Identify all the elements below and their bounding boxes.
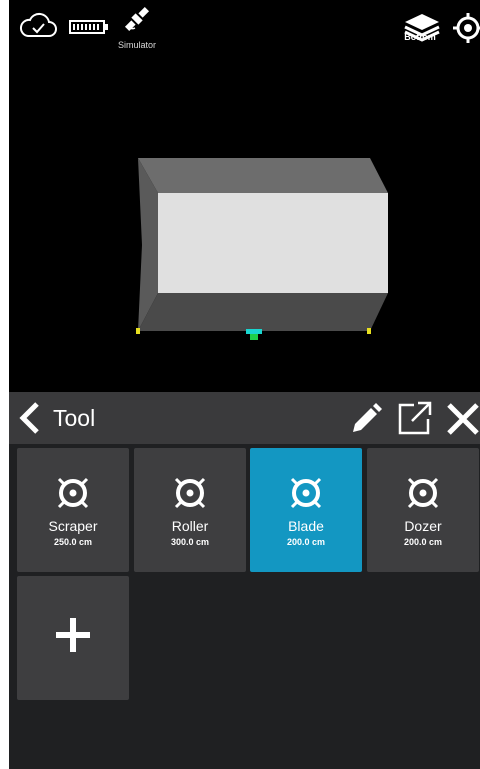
tool-center-marker	[246, 329, 262, 334]
tool-card-dozer[interactable]: Dozer 200.0 cm	[367, 448, 479, 572]
tool-width: 250.0 cm	[53, 537, 93, 547]
tool-card-roller[interactable]: Roller 300.0 cm	[134, 448, 246, 572]
3d-viewport[interactable]	[9, 56, 480, 392]
app-screen: Simulator Bottom Tool Scraper 250.0 cm R…	[9, 0, 480, 769]
blade-top-face	[138, 158, 388, 193]
view-mode-label: Bottom	[404, 32, 436, 42]
battery-icon	[69, 20, 108, 34]
tool-card-scraper[interactable]: Scraper 250.0 cm	[17, 448, 129, 572]
close-icon[interactable]	[446, 402, 480, 436]
tool-center-marker-base	[250, 334, 258, 340]
add-tool-button[interactable]	[17, 576, 129, 700]
blade-tool-icon	[407, 477, 439, 509]
export-icon[interactable]	[396, 401, 434, 437]
edit-icon[interactable]	[349, 402, 383, 436]
blade-edge-marker-right	[367, 328, 371, 334]
tool-panel: Tool Scraper 250.0 cm Roller 300.0 cm Bl…	[9, 392, 480, 769]
tool-width: 300.0 cm	[170, 537, 210, 547]
blade-edge-marker-left	[136, 328, 140, 334]
tool-width: 200.0 cm	[403, 537, 443, 547]
panel-title: Tool	[53, 405, 96, 431]
blade-tool-icon	[290, 477, 322, 509]
tool-name: Roller	[171, 518, 209, 534]
status-bar: Simulator Bottom	[9, 0, 480, 56]
tool-name: Blade	[288, 518, 324, 534]
cloud-check-icon[interactable]	[19, 12, 57, 38]
blade-tool-icon	[174, 477, 206, 509]
crosshair-icon[interactable]	[453, 13, 480, 43]
satellite-icon[interactable]	[119, 6, 155, 32]
panel-header: Tool	[9, 392, 480, 444]
tool-name: Scraper	[48, 518, 98, 534]
blade-tool-icon	[57, 477, 89, 509]
back-chevron-icon[interactable]	[15, 400, 47, 436]
tool-name: Dozer	[404, 518, 442, 534]
tool-card-blade[interactable]: Blade 200.0 cm	[250, 448, 362, 572]
blade-bottom-face	[138, 293, 388, 331]
blade-front-face	[158, 193, 388, 293]
gnss-source-label: Simulator	[118, 40, 157, 50]
tool-width: 200.0 cm	[286, 537, 326, 547]
